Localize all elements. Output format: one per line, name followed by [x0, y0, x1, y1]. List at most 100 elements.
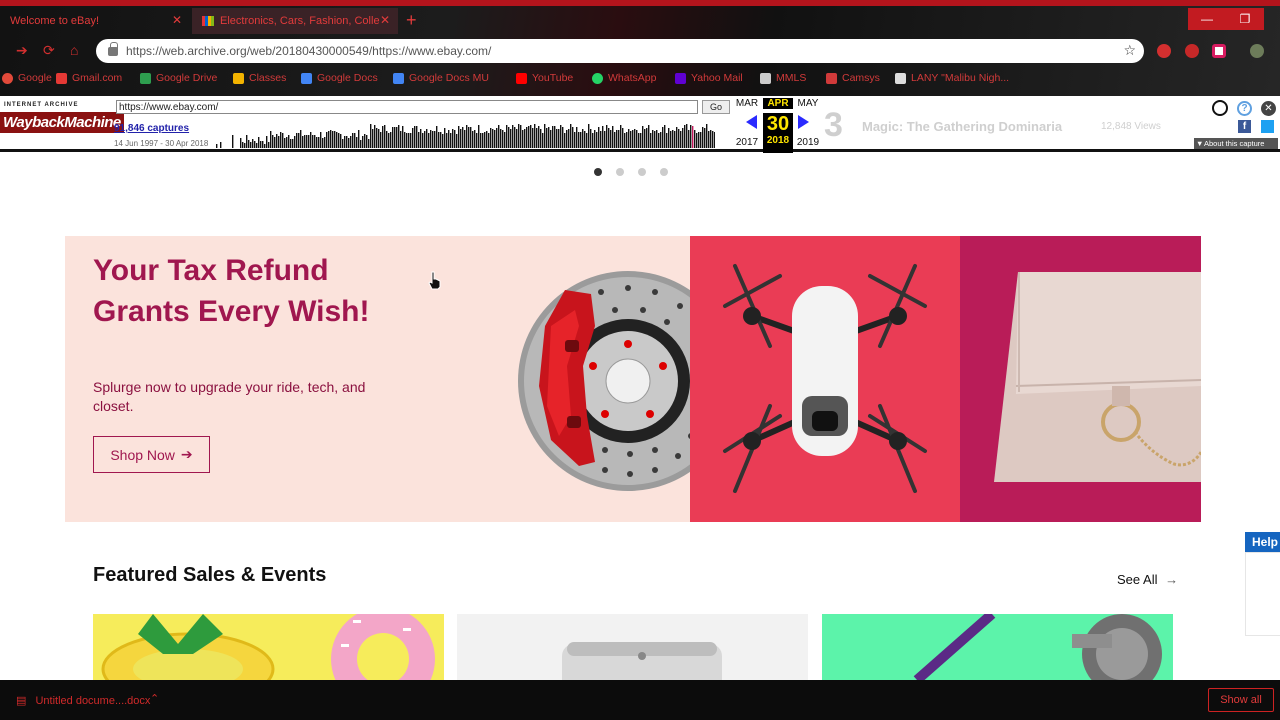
- page-icon: [826, 72, 837, 84]
- bookmark-google-docs[interactable]: Google Docs: [301, 72, 378, 84]
- sparkline-bar: [494, 130, 496, 148]
- new-tab-icon[interactable]: +: [406, 10, 417, 30]
- prev-month[interactable]: MAR: [732, 98, 762, 109]
- next-year[interactable]: 2019: [793, 137, 823, 148]
- bookmark-camsys[interactable]: Camsys: [826, 72, 880, 84]
- hero-headline: Your Tax Refund Grants Every Wish!: [93, 254, 370, 328]
- prev-capture-icon[interactable]: [746, 115, 757, 129]
- sparkline-bar: [662, 127, 664, 148]
- carousel-dot[interactable]: [594, 168, 602, 176]
- sparkline-bar: [642, 126, 644, 148]
- sparkline-bar: [538, 126, 540, 148]
- bookmark-google-drive[interactable]: Google Drive: [140, 72, 217, 84]
- hero-banner[interactable]: Your Tax Refund Grants Every Wish! Splur…: [65, 236, 1201, 522]
- capture-sparkline[interactable]: [210, 120, 715, 148]
- address-bar[interactable]: https://web.archive.org/web/201804300005…: [96, 39, 1144, 63]
- sparkline-bar: [650, 133, 652, 148]
- sparkline-bar: [278, 136, 280, 148]
- sparkline-bar: [248, 140, 250, 148]
- account-icon[interactable]: [1212, 100, 1228, 116]
- chevron-up-icon[interactable]: ⌃: [150, 692, 159, 705]
- sparkline-bar: [438, 132, 440, 148]
- bookmark-google-docs-mu[interactable]: Google Docs MU: [393, 72, 489, 84]
- reload-icon[interactable]: ⟳: [43, 42, 55, 59]
- help-icon[interactable]: ?: [1237, 101, 1252, 116]
- sparkline-bar: [272, 135, 274, 148]
- close-icon[interactable]: ✕: [1261, 101, 1276, 116]
- sparkline-bar: [370, 124, 372, 148]
- sparkline-bar: [480, 133, 482, 148]
- go-button[interactable]: Go: [702, 100, 730, 114]
- drone-image: [723, 264, 927, 493]
- forward-icon[interactable]: ➔: [16, 42, 28, 59]
- bookmark-gmail[interactable]: Gmail.com: [56, 72, 122, 84]
- carousel-dot[interactable]: [638, 168, 646, 176]
- tab-electronics[interactable]: Electronics, Cars, Fashion, Colle ✕: [192, 8, 398, 34]
- sparkline-bar: [500, 129, 502, 148]
- bookmark-google[interactable]: Google: [2, 72, 52, 84]
- bookmark-classes[interactable]: Classes: [233, 72, 286, 84]
- sparkline-bar: [304, 135, 306, 148]
- restore-icon[interactable]: ❐: [1226, 8, 1264, 30]
- sparkline-bar: [240, 138, 242, 148]
- carousel-dot[interactable]: [616, 168, 624, 176]
- wayback-logo[interactable]: INTERNET ARCHIVE WaybackMachine: [0, 102, 124, 142]
- sparkline-bar: [312, 135, 314, 148]
- sparkline-bar: [652, 130, 654, 148]
- sparkline-bar: [330, 130, 332, 148]
- bookmark-label: Google: [18, 72, 52, 84]
- close-tab-icon[interactable]: ✕: [380, 13, 390, 27]
- next-capture-icon[interactable]: [798, 115, 809, 129]
- sparkline-bar: [594, 130, 596, 148]
- pocket-icon[interactable]: [1212, 44, 1226, 58]
- handbag-image: [994, 272, 1201, 482]
- tab-welcome-ebay[interactable]: Welcome to eBay! ✕: [0, 8, 190, 34]
- help-button[interactable]: Help: [1245, 532, 1280, 552]
- download-item[interactable]: ▤ Untitled docume....docx: [16, 694, 150, 707]
- featured-card-vacuum[interactable]: [822, 614, 1173, 680]
- brake-disc-image: [518, 271, 695, 491]
- about-capture-button[interactable]: ▼ About this capture: [1194, 138, 1278, 149]
- sparkline-bar: [286, 137, 288, 148]
- show-all-button[interactable]: Show all: [1208, 688, 1274, 712]
- next-month[interactable]: MAY: [793, 98, 823, 109]
- shop-now-button[interactable]: Shop Now ➔: [93, 436, 210, 473]
- home-icon[interactable]: ⌂: [70, 42, 78, 58]
- sparkline-bar: [536, 128, 538, 148]
- caret-down-icon: ▼: [1196, 139, 1204, 148]
- bookmark-star-icon[interactable]: ☆: [1123, 42, 1136, 59]
- prev-year[interactable]: 2017: [732, 137, 762, 148]
- wayback-url-input[interactable]: [116, 100, 698, 114]
- twitter-icon[interactable]: [1261, 120, 1274, 133]
- bookmark-lany[interactable]: LANY "Malibu Nigh...: [895, 72, 1009, 84]
- extension-icon[interactable]: [1157, 44, 1171, 58]
- bookmark-youtube[interactable]: YouTube: [516, 72, 573, 84]
- sparkline-bar: [450, 133, 452, 148]
- facebook-icon[interactable]: f: [1238, 120, 1251, 133]
- address-text[interactable]: https://web.archive.org/web/201804300005…: [126, 44, 491, 58]
- sparkline-bar: [326, 132, 328, 148]
- featured-card-appliance[interactable]: [457, 614, 808, 680]
- ghost-rank: 3: [824, 106, 843, 144]
- sparkline-bar: [478, 125, 480, 148]
- adblock-icon[interactable]: [1185, 44, 1199, 58]
- close-tab-icon[interactable]: ✕: [172, 13, 182, 27]
- carousel-dot[interactable]: [660, 168, 668, 176]
- sparkline-bar: [418, 132, 420, 148]
- bookmark-yahoo-mail[interactable]: Yahoo Mail: [675, 72, 743, 84]
- sparkline-bar: [636, 130, 638, 148]
- sparkline-bar: [256, 143, 258, 148]
- bookmark-whatsapp[interactable]: WhatsApp: [592, 72, 656, 84]
- sparkline-bar: [380, 132, 382, 148]
- bookmark-mmls[interactable]: MMLS: [760, 72, 806, 84]
- sparkline-bar: [462, 127, 464, 148]
- sparkline-bar: [582, 129, 584, 148]
- avatar[interactable]: [1250, 44, 1264, 58]
- sparkline-bar: [244, 143, 246, 148]
- minimize-icon[interactable]: —: [1188, 8, 1226, 30]
- sparkline-bar: [364, 134, 366, 148]
- sparkline-bar: [502, 130, 504, 148]
- captures-link[interactable]: 91,846 captures: [114, 123, 189, 134]
- featured-card-pool-floats[interactable]: [93, 614, 444, 680]
- see-all-link[interactable]: See All →: [1117, 572, 1178, 587]
